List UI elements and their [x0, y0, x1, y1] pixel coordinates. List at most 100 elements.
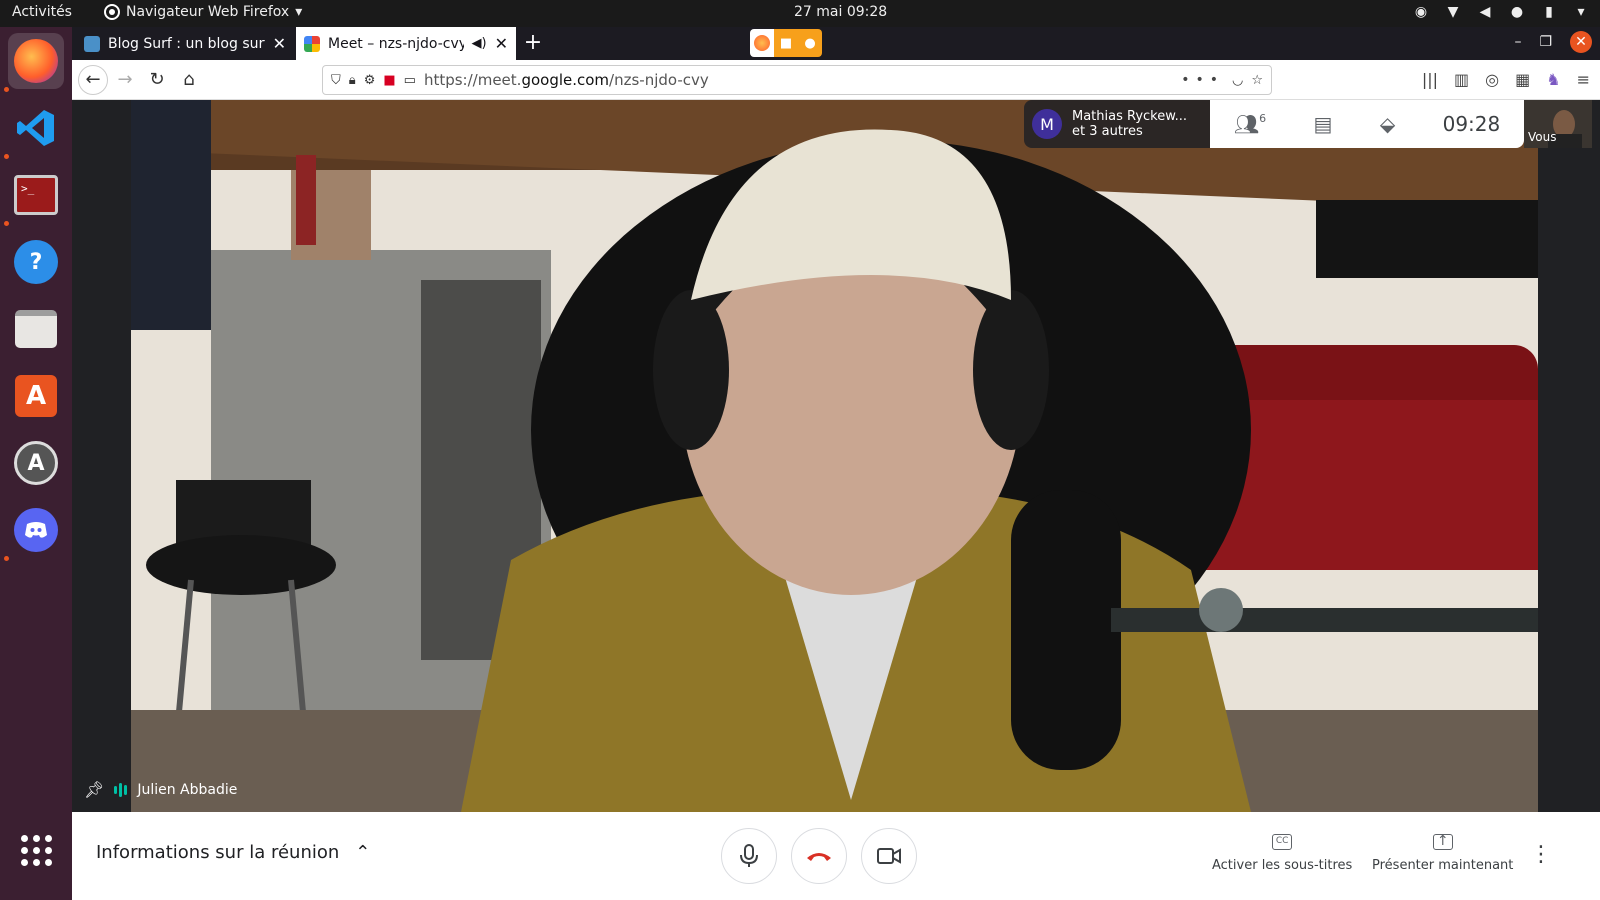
- speaker-icon[interactable]: ◀): [472, 36, 487, 51]
- lock-icon[interactable]: 🔒︎: [349, 73, 356, 88]
- video-frame: [131, 100, 1538, 812]
- bookmark-star-icon[interactable]: ☆: [1251, 73, 1263, 88]
- meeting-top-panel: 👥︎ 6 ▤ ⬙ 09:28: [1210, 100, 1524, 148]
- toolbar-right: ||| ▥ ◎ ▦ ♞ ≡: [1422, 70, 1590, 89]
- participant-video[interactable]: [131, 100, 1538, 812]
- running-indicator: [4, 154, 9, 159]
- present-now-button[interactable]: ↑ Présenter maintenant: [1372, 834, 1513, 873]
- firefox-small-icon: [104, 4, 120, 20]
- close-window-button[interactable]: ✕: [1570, 31, 1592, 53]
- extension-icon[interactable]: ♞: [1546, 70, 1560, 89]
- meeting-info-button[interactable]: Informations sur la réunion ⌃: [96, 842, 370, 863]
- dock-show-apps[interactable]: [8, 822, 64, 878]
- participant-label: 📌︎ Julien Abbadie: [84, 780, 237, 799]
- minimize-button[interactable]: –: [1514, 34, 1521, 50]
- hang-up-button[interactable]: [791, 828, 847, 884]
- account-icon[interactable]: ◎: [1485, 70, 1499, 89]
- system-tray[interactable]: ◉ ▼ ◀ ● ▮ ▾: [1412, 4, 1590, 20]
- permissions-icon[interactable]: ⚙: [364, 73, 376, 88]
- participants-summary: Mathias Ryckew... et 3 autres: [1072, 109, 1187, 139]
- clock[interactable]: 27 mai 09:28: [794, 4, 887, 20]
- activities-icon[interactable]: ⬙: [1380, 112, 1395, 136]
- app-menu[interactable]: Navigateur Web Firefox ▾: [104, 4, 302, 20]
- firefox-icon: [14, 39, 58, 83]
- running-indicator: [4, 87, 9, 92]
- terminal-icon: >_: [14, 175, 58, 215]
- home-button[interactable]: ⌂: [176, 68, 202, 92]
- system-top-bar: Activités Navigateur Web Firefox ▾ 27 ma…: [0, 0, 1600, 27]
- microphone-icon: [740, 844, 758, 867]
- participants-summary-line2: et 3 autres: [1072, 124, 1143, 139]
- firefox-sharing-icon: [750, 29, 774, 57]
- dock-help[interactable]: ?: [8, 234, 64, 290]
- people-icon: 👥︎: [1233, 112, 1260, 136]
- meeting-controls: Informations sur la réunion ⌃ CC Activer…: [72, 812, 1600, 900]
- participants-summary-line1: Mathias Ryckew...: [1072, 109, 1188, 124]
- chat-icon[interactable]: ▤: [1314, 112, 1333, 136]
- dock-vscode[interactable]: [8, 100, 64, 156]
- url-bar[interactable]: ⛉ 🔒︎ ⚙ ■ ▭ https://meet.google.com/nzs-n…: [322, 65, 1272, 95]
- discord-icon: [14, 508, 58, 552]
- battery-icon[interactable]: ▮: [1540, 4, 1558, 20]
- dock-software[interactable]: A: [8, 368, 64, 424]
- new-tab-button[interactable]: +: [520, 31, 546, 57]
- people-button[interactable]: 👥︎ 6: [1234, 112, 1266, 136]
- volume-icon[interactable]: ◀: [1476, 4, 1494, 20]
- wifi-icon[interactable]: ▼: [1444, 4, 1462, 20]
- dock-terminal[interactable]: >_: [8, 167, 64, 223]
- page-actions-icon[interactable]: •••: [1181, 72, 1224, 88]
- reload-button[interactable]: ↻: [144, 68, 170, 92]
- extension-icon[interactable]: ▦: [1515, 70, 1530, 89]
- shield-icon[interactable]: ⛉: [331, 73, 341, 88]
- camera-sharing-icon: ■: [774, 29, 798, 57]
- discord-tray-icon[interactable]: ◉: [1412, 4, 1430, 20]
- self-label: Vous: [1528, 130, 1557, 144]
- participant-name: Julien Abbadie: [137, 781, 238, 798]
- dock-discord[interactable]: [8, 502, 64, 558]
- meeting-time: 09:28: [1442, 112, 1501, 136]
- meet-favicon-icon: [304, 35, 320, 52]
- self-view[interactable]: Vous: [1524, 100, 1592, 148]
- activities-button[interactable]: Activités: [12, 4, 72, 20]
- closed-captions-icon: CC: [1272, 834, 1293, 850]
- camera-permission-icon[interactable]: ■: [383, 73, 395, 88]
- tab-meet[interactable]: Meet – nzs-njdo-cvy ◀) ✕: [296, 27, 516, 60]
- menu-icon[interactable]: ≡: [1577, 70, 1590, 89]
- running-indicator: [4, 221, 9, 226]
- close-icon[interactable]: ✕: [273, 34, 286, 53]
- maximize-button[interactable]: ❐: [1539, 34, 1552, 50]
- captions-button[interactable]: CC Activer les sous-titres: [1212, 834, 1352, 873]
- tab-blog-surf[interactable]: Blog Surf : un blog surf le ✕: [76, 27, 294, 60]
- dock-updater[interactable]: A: [8, 435, 64, 491]
- pocket-icon[interactable]: ◡: [1232, 73, 1243, 88]
- tab-strip: Blog Surf : un blog surf le ✕ Meet – nzs…: [72, 27, 1600, 60]
- tab-title: Meet – nzs-njdo-cvy: [328, 35, 464, 52]
- window-controls: – ❐ ✕: [1514, 31, 1592, 53]
- files-icon: [15, 310, 57, 348]
- dock-files[interactable]: [8, 301, 64, 357]
- dock-firefox[interactable]: [8, 33, 64, 89]
- more-options-icon[interactable]: ⋮: [1530, 842, 1552, 867]
- camera-button[interactable]: [861, 828, 917, 884]
- forward-button[interactable]: →: [112, 68, 138, 92]
- vscode-icon: [17, 110, 54, 146]
- sidebar-icon[interactable]: ▥: [1454, 70, 1469, 89]
- microphone-icon[interactable]: ●: [1508, 4, 1526, 20]
- close-icon[interactable]: ✕: [495, 34, 508, 53]
- dock: >_ ? A A: [0, 27, 72, 900]
- back-button[interactable]: ←: [78, 65, 108, 95]
- running-indicator: [4, 556, 9, 561]
- pin-icon[interactable]: 📌︎: [84, 780, 104, 799]
- sharing-indicator[interactable]: ■ ●: [750, 29, 822, 57]
- avatar: M: [1032, 109, 1062, 139]
- other-participants-chip[interactable]: M Mathias Ryckew... et 3 autres: [1024, 100, 1210, 148]
- library-icon[interactable]: |||: [1422, 70, 1438, 89]
- microphone-button[interactable]: [721, 828, 777, 884]
- mic-sharing-icon: ●: [798, 29, 822, 57]
- blog-favicon-icon: [84, 35, 100, 52]
- chevron-down-icon[interactable]: ▾: [1572, 4, 1590, 20]
- screen-share-icon[interactable]: ▭: [404, 73, 416, 88]
- camera-icon: [877, 848, 901, 864]
- participants-count: 6: [1259, 112, 1267, 125]
- url-text[interactable]: https://meet.google.com/nzs-njdo-cvy: [424, 71, 1173, 89]
